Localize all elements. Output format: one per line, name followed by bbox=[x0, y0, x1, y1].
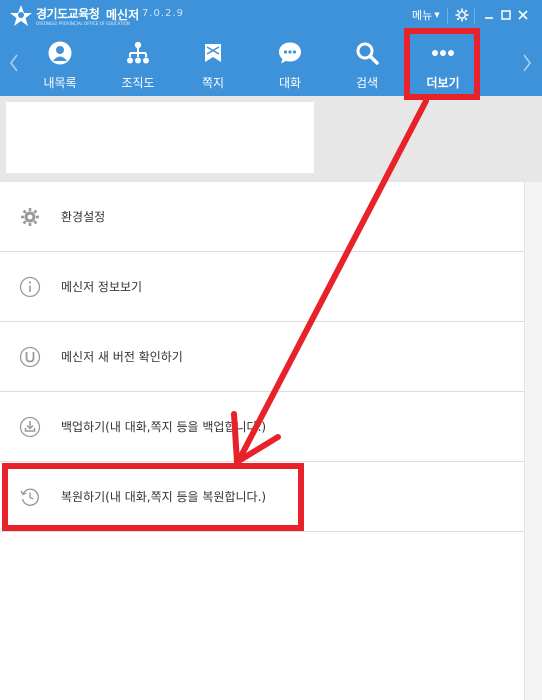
chat-icon bbox=[279, 42, 301, 64]
update-icon bbox=[19, 346, 41, 368]
nav-tab-label: 조직도 bbox=[121, 76, 155, 90]
divider bbox=[474, 8, 475, 24]
brand-name: 경기도교육청 bbox=[36, 7, 100, 21]
nav-tab-label: 대화 bbox=[278, 76, 302, 90]
gear-icon bbox=[21, 208, 39, 226]
info-icon bbox=[19, 276, 41, 298]
menu-item-label: 메신저 정보보기 bbox=[61, 280, 143, 294]
nav-tab-label: 내목록 bbox=[43, 76, 77, 90]
maximize-icon[interactable] bbox=[499, 8, 513, 22]
version-label: 7.0.2.9 bbox=[142, 8, 184, 19]
caret-down-icon: ▼ bbox=[434, 11, 440, 19]
nav-tab-label: 쪽지 bbox=[201, 76, 225, 90]
menu-item-backup[interactable]: 백업하기(내 대화,쪽지 등을 백업합니다.) bbox=[0, 392, 524, 462]
minimize-icon[interactable] bbox=[482, 8, 496, 22]
nav-tab-search[interactable]: 검색 bbox=[331, 34, 403, 96]
menu-button[interactable]: 메뉴 ▼ bbox=[412, 7, 440, 23]
menu-item-check-update[interactable]: 메신저 새 버전 확인하기 bbox=[0, 322, 524, 392]
nav-tab-label: 검색 bbox=[355, 76, 379, 90]
backup-icon bbox=[19, 416, 41, 438]
chevron-right-icon[interactable] bbox=[521, 52, 533, 74]
person-icon bbox=[48, 41, 72, 65]
profile-area bbox=[0, 96, 542, 182]
annotation-box-more bbox=[404, 28, 480, 100]
divider bbox=[447, 8, 448, 24]
nav-tab-org-chart[interactable]: 조직도 bbox=[102, 34, 174, 96]
gear-icon[interactable] bbox=[455, 8, 469, 22]
app-name: 메신저 bbox=[106, 8, 140, 22]
logo-icon bbox=[10, 5, 32, 26]
nav-tab-notes[interactable]: 쪽지 bbox=[177, 34, 249, 96]
menu-item-label: 메신저 새 버전 확인하기 bbox=[61, 350, 183, 364]
annotation-box-restore bbox=[2, 463, 304, 531]
search-icon bbox=[356, 42, 379, 65]
menu-item-label: 환경설정 bbox=[61, 210, 106, 224]
scrollbar[interactable] bbox=[524, 182, 542, 700]
org-chart-icon bbox=[127, 41, 149, 64]
menu-item-messenger-info[interactable]: 메신저 정보보기 bbox=[0, 252, 524, 322]
chevron-left-icon[interactable] bbox=[8, 52, 20, 74]
menu-item-label: 백업하기(내 대화,쪽지 등을 백업합니다.) bbox=[61, 420, 267, 434]
nav-tab-my-list[interactable]: 내목록 bbox=[24, 34, 96, 96]
close-icon[interactable] bbox=[516, 8, 530, 22]
nav-tab-chat[interactable]: 대화 bbox=[254, 34, 326, 96]
note-icon bbox=[205, 44, 221, 62]
profile-card[interactable] bbox=[6, 102, 314, 173]
menu-label: 메뉴 bbox=[412, 9, 433, 22]
menu-item-settings[interactable]: 환경설정 bbox=[0, 182, 524, 252]
